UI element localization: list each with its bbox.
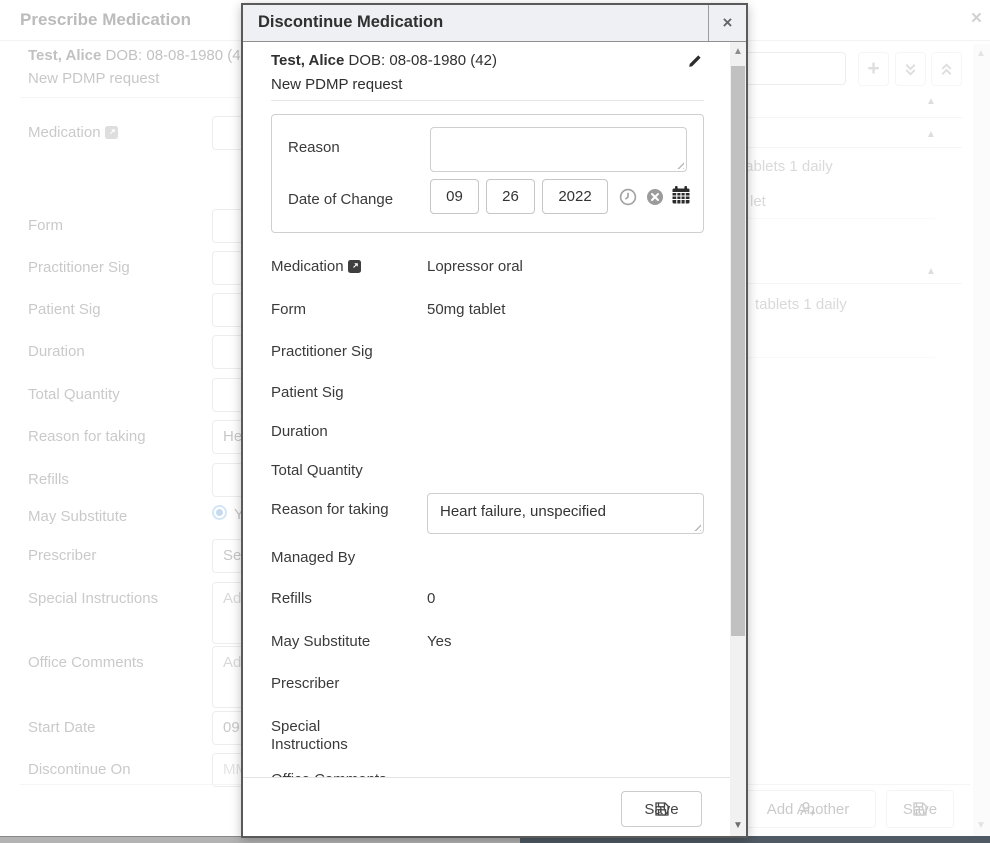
row-label-special-instructions: Special Instructions bbox=[271, 718, 391, 754]
save-floppy-icon bbox=[654, 801, 670, 817]
dialog-scrollbar[interactable]: ▲ ▼ bbox=[730, 42, 746, 836]
reason-label: Reason bbox=[288, 139, 340, 156]
row-label-form: Form bbox=[271, 301, 306, 319]
patient-subtitle: New PDMP request bbox=[271, 76, 402, 93]
clock-icon[interactable] bbox=[619, 188, 637, 206]
row-value-medication: Lopressor oral bbox=[427, 258, 523, 275]
row-label-medication: Medication bbox=[271, 258, 361, 276]
year-input[interactable] bbox=[542, 179, 608, 214]
day-input[interactable] bbox=[486, 179, 535, 214]
patient-dob: DOB: 08-08-1980 (42) bbox=[349, 52, 497, 69]
row-label-refills: Refills bbox=[271, 590, 312, 608]
dialog-save-button[interactable]: Save bbox=[621, 791, 702, 827]
close-icon: × bbox=[723, 13, 733, 33]
edit-pencil-icon[interactable] bbox=[687, 54, 702, 69]
row-label-prescriber: Prescriber bbox=[271, 675, 339, 693]
scroll-down-icon[interactable]: ▼ bbox=[733, 821, 743, 831]
row-label-duration: Duration bbox=[271, 423, 328, 441]
dialog-title: Discontinue Medication bbox=[258, 13, 443, 32]
patient-name: Test, Alice bbox=[271, 52, 344, 69]
row-label-may-substitute: May Substitute bbox=[271, 633, 370, 651]
row-value-form: 50mg tablet bbox=[427, 301, 505, 318]
dialog-footer: Save bbox=[243, 777, 730, 836]
row-label-managed-by: Managed By bbox=[271, 549, 355, 567]
divider bbox=[271, 100, 704, 101]
screen: Prescribe Medication × Test, Alice DOB: … bbox=[0, 0, 990, 843]
dialog-header[interactable]: Discontinue Medication × bbox=[243, 5, 746, 42]
change-details-box: Reason Date of Change bbox=[271, 114, 704, 233]
row-label-total-quantity: Total Quantity bbox=[271, 462, 363, 480]
scroll-up-icon[interactable]: ▲ bbox=[733, 47, 743, 57]
row-label-patient-sig: Patient Sig bbox=[271, 384, 344, 402]
patient-info-line: Test, Alice DOB: 08-08-1980 (42) bbox=[271, 52, 497, 69]
discontinue-medication-dialog: Discontinue Medication × Test, Alice DOB… bbox=[241, 3, 748, 838]
external-link-icon[interactable] bbox=[348, 260, 361, 273]
scrollbar-thumb[interactable] bbox=[731, 66, 745, 636]
row-value-refills: 0 bbox=[427, 590, 435, 607]
row-label-practitioner-sig: Practitioner Sig bbox=[271, 343, 373, 361]
reason-textarea[interactable] bbox=[430, 127, 687, 172]
date-of-change-label: Date of Change bbox=[288, 191, 393, 208]
reason-for-taking-textarea[interactable]: Heart failure, unspecified bbox=[427, 493, 704, 534]
row-value-may-substitute: Yes bbox=[427, 633, 451, 650]
calendar-icon[interactable] bbox=[671, 185, 691, 205]
row-label-reason-for-taking: Reason for taking bbox=[271, 501, 389, 519]
month-input[interactable] bbox=[430, 179, 479, 214]
resize-handle[interactable] bbox=[692, 522, 701, 531]
clear-date-icon[interactable] bbox=[646, 188, 664, 206]
dialog-body: Test, Alice DOB: 08-08-1980 (42) New PDM… bbox=[243, 42, 746, 836]
reason-for-taking-value: Heart failure, unspecified bbox=[440, 503, 606, 520]
resize-handle[interactable] bbox=[675, 160, 684, 169]
dialog-close-button[interactable]: × bbox=[708, 5, 746, 41]
